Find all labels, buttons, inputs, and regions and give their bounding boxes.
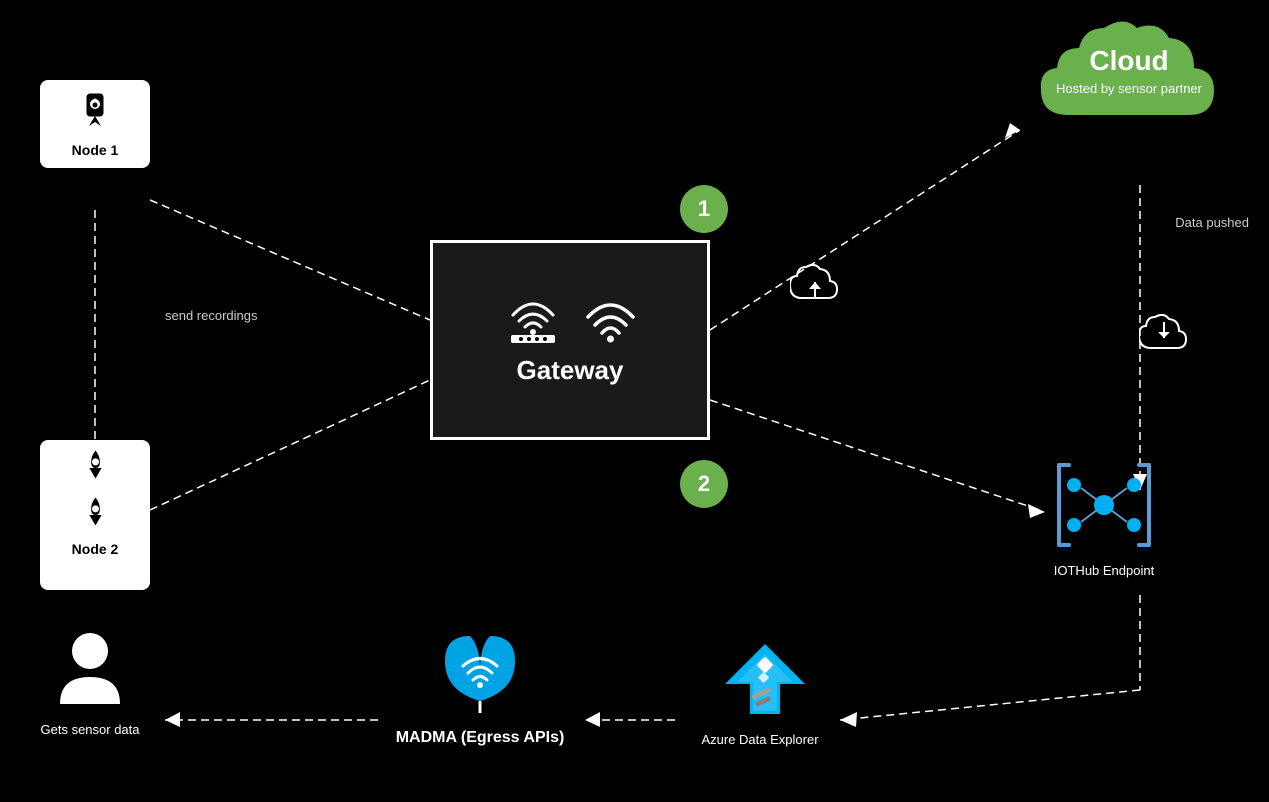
- node1-icon: [50, 90, 140, 138]
- router-icon: [503, 295, 563, 345]
- iothub-label: IOTHub Endpoint: [1034, 563, 1174, 578]
- cloud-title: Cloud: [1049, 45, 1209, 77]
- number-1-circle: 1: [680, 185, 728, 233]
- azure-icon: [715, 639, 805, 719]
- azure-container: Azure Data Explorer: [670, 639, 850, 747]
- upload-cloud-icon: [790, 260, 840, 310]
- azure-label: Azure Data Explorer: [670, 732, 850, 747]
- person-label: Gets sensor data: [30, 722, 150, 737]
- node1-label: Node 1: [50, 142, 140, 158]
- madma-container: MADMA (Egress APIs): [380, 631, 580, 747]
- diagram: Cloud Hosted by sensor partner Data push…: [0, 0, 1269, 802]
- iothub-container: IOTHub Endpoint: [1034, 460, 1174, 578]
- cloud-subtitle: Hosted by sensor partner: [1049, 81, 1209, 96]
- person-icon: [55, 629, 125, 709]
- node2-label: Node 2: [50, 541, 140, 557]
- cloud-container: Cloud Hosted by sensor partner: [989, 10, 1269, 140]
- wifi-icon: [583, 295, 638, 345]
- node2-icon-b: [50, 494, 140, 537]
- node1-box: Node 1: [40, 80, 150, 168]
- send-recordings-label: send recordings: [165, 308, 258, 323]
- download-cloud-icon: [1139, 310, 1189, 360]
- data-pushed-label: Data pushed: [1175, 215, 1249, 230]
- node2-icon-a: [50, 447, 140, 490]
- cloud-text: Cloud Hosted by sensor partner: [1049, 45, 1209, 96]
- madma-label: MADMA (Egress APIs): [380, 729, 580, 747]
- node2-box: Node 2: [40, 440, 150, 590]
- number-2-circle: 2: [680, 460, 728, 508]
- gateway-box: Gateway: [430, 240, 710, 440]
- cloud-shape: Cloud Hosted by sensor partner: [1019, 10, 1239, 140]
- iothub-icon: [1054, 460, 1154, 550]
- gateway-label: Gateway: [517, 355, 624, 386]
- madma-icon: [435, 631, 525, 716]
- gateway-icons: [503, 295, 638, 345]
- person-container: Gets sensor data: [30, 629, 150, 737]
